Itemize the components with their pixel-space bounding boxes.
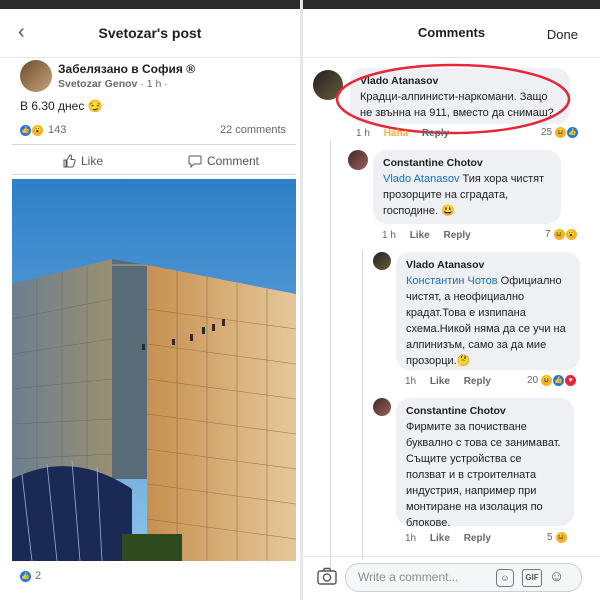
comments-count[interactable]: 22 comments xyxy=(220,124,286,136)
like-button[interactable]: Like xyxy=(430,533,450,544)
comment-reactions-count: 25 xyxy=(541,127,553,138)
comment-reactions-count: 7 xyxy=(545,229,551,240)
comment-bubble: Constantine Chotov Vlado Atanasov Тия хо… xyxy=(373,150,561,224)
wow-reaction-icon: 😮 xyxy=(565,229,577,240)
divider xyxy=(12,174,296,175)
like-label: Like xyxy=(81,154,104,168)
comment-time: 1 h xyxy=(382,230,396,241)
comment-reactions-count: 5 xyxy=(547,532,553,543)
wow-reaction-icon: 😮 xyxy=(32,124,43,136)
comment-actions: 1 h Like Reply xyxy=(382,230,482,241)
commenter-avatar[interactable] xyxy=(373,252,391,270)
done-button[interactable]: Done xyxy=(547,27,578,42)
commenter-name[interactable]: Constantine Chotov xyxy=(383,155,551,171)
like-button[interactable]: Like xyxy=(62,154,103,168)
mention-link[interactable]: Vlado Atanasov xyxy=(383,173,459,185)
comment-bubble: Vlado Atanasov Константин Чотов Официалн… xyxy=(396,252,580,370)
photo-reactions-count: 2 xyxy=(35,570,42,582)
group-name[interactable]: Забелязано в София ® xyxy=(58,62,195,76)
reply-button[interactable]: Reply xyxy=(464,533,491,544)
camera-icon[interactable] xyxy=(316,565,338,587)
haha-reaction-icon: 😆 xyxy=(553,229,565,240)
reply-button[interactable]: Reply xyxy=(464,376,491,387)
post-time: · 1 h · xyxy=(140,78,168,90)
thumbs-up-icon xyxy=(63,154,76,168)
comment-bubble-icon xyxy=(188,155,202,168)
commenter-name[interactable]: Vlado Atanasov xyxy=(406,257,570,273)
comment-reactions[interactable]: 20 😆 👍 ♥ xyxy=(527,375,577,386)
like-button[interactable]: Like xyxy=(410,230,430,241)
like-reaction-icon: 👍 xyxy=(20,124,31,136)
comment-time: 1h xyxy=(405,376,417,387)
post-title: Svetozar's post xyxy=(98,25,202,41)
comment-reactions[interactable]: 7 😆 😮 xyxy=(545,229,577,240)
gif-icon[interactable]: GIF xyxy=(522,569,542,587)
author-name[interactable]: Svetozar Genov xyxy=(58,78,137,90)
commenter-avatar[interactable] xyxy=(348,150,368,170)
comment-button[interactable]: Comment xyxy=(188,154,259,168)
comment-input-placeholder: Write a comment... xyxy=(358,570,459,584)
post-meta: Svetozar Genov · 1 h · xyxy=(58,78,168,90)
comment-text: Фирмите за почистване буквално с това се… xyxy=(406,421,561,529)
post-reactions[interactable]: 👍 😮 143 xyxy=(20,124,66,136)
comment-actions: 1 h Haha Reply xyxy=(356,128,460,139)
composer-divider xyxy=(303,556,600,557)
comment-reactions-count: 20 xyxy=(527,375,539,386)
like-reaction-icon: 👍 xyxy=(20,570,31,582)
comment-time: 1h xyxy=(405,533,417,544)
reply-button[interactable]: Reply xyxy=(422,128,449,139)
post-text: В 6.30 днес 😏 xyxy=(20,99,103,113)
thread-line xyxy=(362,250,363,560)
status-bar xyxy=(303,0,600,9)
comment-actions: 1h Like Reply xyxy=(405,376,502,387)
reactions-count: 143 xyxy=(48,124,67,136)
thread-line xyxy=(330,140,331,570)
haha-button[interactable]: Haha xyxy=(384,128,408,139)
haha-reaction-icon: 😆 xyxy=(541,375,553,386)
comment-reactions[interactable]: 25 😆 👍 xyxy=(541,127,579,138)
commenter-avatar[interactable] xyxy=(373,398,391,416)
comment-actions: 1h Like Reply xyxy=(405,533,502,544)
like-reaction-icon: 👍 xyxy=(553,375,565,386)
comment-input[interactable]: Write a comment... ☺ GIF ☺ xyxy=(345,563,582,592)
love-reaction-icon: ♥ xyxy=(565,375,577,386)
post-panel: ‹ Svetozar's post Забелязано в София ® S… xyxy=(0,0,300,600)
building-photo-image xyxy=(12,179,296,561)
photo-reactions[interactable]: 👍 2 xyxy=(20,570,41,582)
commenter-name[interactable]: Constantine Chotov xyxy=(406,403,564,419)
group-avatar[interactable] xyxy=(20,60,52,92)
like-button[interactable]: Like xyxy=(430,376,450,387)
status-bar xyxy=(0,0,300,9)
comment-reactions[interactable]: 5 😆 xyxy=(547,532,567,543)
like-reaction-icon: 👍 xyxy=(567,127,579,138)
emoji-icon[interactable]: ☺ xyxy=(549,568,564,585)
comment-text: Официално чистят, а неофициално крадат.Т… xyxy=(406,275,566,367)
post-photo[interactable] xyxy=(12,179,296,561)
highlight-circle xyxy=(335,63,571,135)
haha-reaction-icon: 😆 xyxy=(555,127,567,138)
comment-bubble: Constantine Chotov Фирмите за почистване… xyxy=(396,398,574,529)
divider xyxy=(12,144,296,145)
reply-button[interactable]: Reply xyxy=(443,230,470,241)
mention-link[interactable]: Константин Чотов xyxy=(406,275,498,287)
comment-label: Comment xyxy=(207,154,260,168)
comment-time: 1 h xyxy=(356,128,370,139)
avatar-sticker-icon[interactable]: ☺ xyxy=(496,569,514,587)
haha-reaction-icon: 😆 xyxy=(555,532,567,543)
